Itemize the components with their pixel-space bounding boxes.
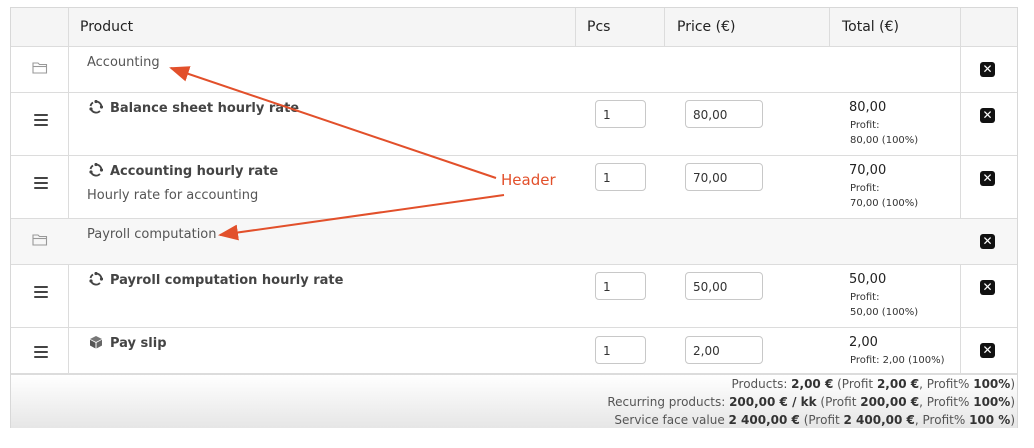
annotation-arrows [169, 66, 505, 241]
annotation-label: Header [501, 171, 556, 189]
arrow-to-payroll-header [218, 194, 505, 241]
arrow-to-accounting-header [169, 66, 497, 179]
